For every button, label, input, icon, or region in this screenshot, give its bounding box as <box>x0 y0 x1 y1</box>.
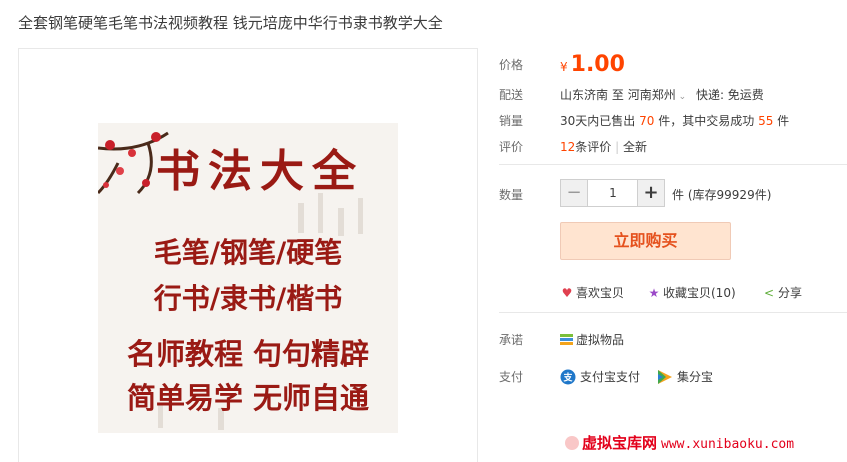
product-main-image[interactable]: 书法大全 毛笔/钢笔/硬笔 行书/隶书/楷书 名师教程 句句精辟 简单易学 无师… <box>98 123 398 433</box>
quantity-label: 数量 <box>499 188 524 202</box>
share-button[interactable]: < 分享 <box>762 284 802 301</box>
divider <box>499 312 847 313</box>
payment-method-jifenbao[interactable]: 集分宝 <box>657 368 713 385</box>
payment-method-alipay[interactable]: 支 支付宝支付 <box>560 368 640 385</box>
divider <box>499 164 847 165</box>
heart-icon[interactable]: ♥ <box>560 286 574 300</box>
reviews-count[interactable]: 12 <box>560 140 575 154</box>
virtual-goods-link[interactable]: 虚拟物品 <box>560 331 624 348</box>
shipping-fee: 快递: 免运费 <box>695 88 764 102</box>
reviews-count-suffix[interactable]: 条评价 <box>575 140 611 154</box>
payment-method-name[interactable]: 支付宝支付 <box>580 370 640 384</box>
price-value: 1.00 <box>570 52 625 77</box>
like-button[interactable]: ♥ 喜欢宝贝 <box>560 284 624 301</box>
sales-sold-count: 70 <box>639 114 655 128</box>
jifenbao-icon[interactable] <box>657 369 673 385</box>
like-label[interactable]: 喜欢宝贝 <box>576 286 624 300</box>
delivery-destination-select[interactable]: 河南郑州 ⌄ <box>628 88 686 102</box>
delivery-label: 配送 <box>499 88 524 102</box>
condition-tag: 全新 <box>623 140 648 154</box>
reviews-label: 评价 <box>499 140 524 154</box>
share-label[interactable]: 分享 <box>778 286 802 300</box>
svg-text:支: 支 <box>562 372 573 384</box>
delivery-to-word: 至 <box>611 88 624 102</box>
sales-suffix: 件 <box>777 114 790 128</box>
delivery-from: 山东济南 <box>560 88 609 102</box>
quantity-increase-button[interactable]: + <box>637 180 664 206</box>
share-icon[interactable]: < <box>762 286 776 300</box>
alipay-icon[interactable]: 支 <box>560 369 576 385</box>
payment-method-name[interactable]: 集分宝 <box>677 370 713 384</box>
buy-now-button[interactable]: 立即购买 <box>560 222 731 260</box>
reviews-divider: | <box>615 140 620 154</box>
product-title: 全套钢笔硬笔毛笔书法视频教程 钱元培庞中华行书隶书教学大全 <box>18 14 443 32</box>
product-image-gallery[interactable]: 书法大全 毛笔/钢笔/硬笔 行书/隶书/楷书 名师教程 句句精辟 简单易学 无师… <box>18 48 478 462</box>
sales-mid: 件，其中交易成功 <box>658 114 755 128</box>
poster-line-2: 行书/隶书/楷书 <box>153 282 343 315</box>
quantity-input[interactable] <box>588 180 638 206</box>
sales-prefix: 30天内已售出 <box>560 114 636 128</box>
favorite-label[interactable]: 收藏宝贝(10) <box>663 286 736 300</box>
sales-success-count: 55 <box>758 114 774 128</box>
favorite-button[interactable]: ★ 收藏宝贝(10) <box>647 284 736 301</box>
site-watermark: 虚拟宝库网 www.xunibaoku.com <box>565 432 794 453</box>
quantity-stepper[interactable]: − + <box>560 179 665 207</box>
promise-label: 承诺 <box>499 333 524 347</box>
star-icon[interactable]: ★ <box>647 286 661 300</box>
watermark-site-name: 虚拟宝库网 <box>582 434 658 452</box>
virtual-goods-icon[interactable] <box>560 334 573 345</box>
stock-count: (库存99929件) <box>687 188 772 202</box>
watermark-url: www.xunibaoku.com <box>661 437 795 452</box>
price-currency: ¥ <box>560 60 568 74</box>
poster-headline: 书法大全 <box>156 146 364 197</box>
watermark-logo-icon <box>565 436 579 450</box>
quantity-decrease-button[interactable]: − <box>561 180 588 206</box>
poster-line-1: 毛笔/钢笔/硬笔 <box>153 236 343 269</box>
promise-text[interactable]: 虚拟物品 <box>576 333 624 347</box>
poster-line-4: 简单易学 无师自通 <box>126 381 370 415</box>
poster-line-3: 名师教程 句句精辟 <box>126 337 370 371</box>
price-label: 价格 <box>499 58 524 72</box>
reviews-link[interactable]: 12条评价 <box>560 140 611 154</box>
chevron-down-icon[interactable]: ⌄ <box>676 92 687 102</box>
sales-label: 销量 <box>499 114 524 128</box>
quantity-unit: 件 <box>672 188 685 202</box>
delivery-destination[interactable]: 河南郑州 <box>628 88 676 102</box>
payment-label: 支付 <box>499 370 524 384</box>
